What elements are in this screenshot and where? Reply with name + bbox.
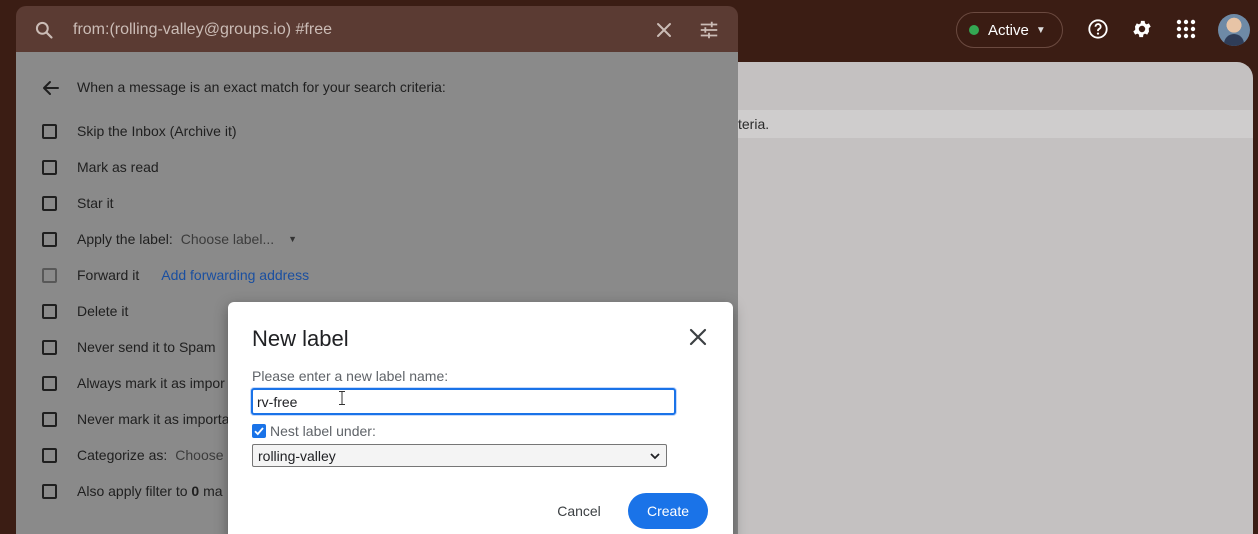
filter-heading: When a message is an exact match for you… bbox=[77, 79, 446, 95]
checkbox[interactable] bbox=[42, 303, 57, 319]
option-never-important[interactable]: Never mark it as importa bbox=[42, 409, 229, 429]
cancel-button[interactable]: Cancel bbox=[546, 494, 612, 528]
text-cursor-icon bbox=[339, 391, 345, 405]
category-select[interactable]: Choose bbox=[175, 447, 223, 463]
option-categorize[interactable]: Categorize as: Choose bbox=[42, 445, 224, 465]
nest-label-row[interactable]: Nest label under: bbox=[252, 423, 376, 439]
checkbox[interactable] bbox=[42, 411, 57, 427]
tune-icon[interactable] bbox=[698, 19, 720, 46]
option-apply-existing[interactable]: Also apply filter to 0 ma bbox=[42, 481, 223, 501]
option-mark-read[interactable]: Mark as read bbox=[42, 157, 159, 177]
add-forwarding-link[interactable]: Add forwarding address bbox=[161, 267, 309, 283]
option-always-important[interactable]: Always mark it as impor bbox=[42, 373, 225, 393]
criteria-fragment: teria. bbox=[738, 116, 770, 132]
checkbox[interactable] bbox=[42, 447, 57, 463]
option-label: Categorize as: bbox=[77, 447, 168, 463]
option-never-spam[interactable]: Never send it to Spam bbox=[42, 337, 216, 357]
dialog-title: New label bbox=[252, 326, 349, 351]
apps-icon[interactable] bbox=[1171, 14, 1201, 44]
checkbox[interactable] bbox=[42, 159, 57, 175]
label-name-prompt: Please enter a new label name: bbox=[252, 368, 449, 384]
create-button[interactable]: Create bbox=[628, 493, 708, 529]
checkbox[interactable] bbox=[42, 231, 57, 247]
nest-label-text: Nest label under: bbox=[270, 423, 376, 439]
option-apply-label[interactable]: Apply the label: Choose label... ▼ bbox=[42, 229, 297, 249]
parent-label-value: rolling-valley bbox=[258, 447, 336, 464]
caret-down-icon: ▼ bbox=[288, 234, 298, 244]
option-label: Never mark it as importa bbox=[77, 411, 230, 427]
option-label: Apply the label: bbox=[77, 231, 173, 247]
label-select[interactable]: Choose label... bbox=[181, 231, 274, 247]
option-label: Star it bbox=[77, 195, 114, 211]
search-input[interactable]: from:(rolling-valley@groups.io) #free bbox=[73, 21, 332, 39]
checkbox[interactable] bbox=[42, 375, 57, 391]
option-label: Skip the Inbox (Archive it) bbox=[77, 123, 237, 139]
option-label: Delete it bbox=[77, 303, 129, 319]
parent-label-select[interactable]: rolling-valley bbox=[252, 444, 667, 467]
option-label: Also apply filter to 0 ma bbox=[77, 483, 223, 499]
option-label: Always mark it as impor bbox=[77, 375, 225, 391]
option-delete[interactable]: Delete it bbox=[42, 301, 128, 321]
nest-checkbox[interactable] bbox=[252, 424, 266, 438]
close-icon[interactable] bbox=[654, 20, 674, 45]
criteria-strip bbox=[700, 110, 1253, 138]
label-prefix: Also apply filter to bbox=[77, 483, 192, 499]
settings-icon[interactable] bbox=[1127, 14, 1157, 44]
label-suffix: ma bbox=[199, 483, 223, 499]
chevron-down-icon bbox=[649, 449, 661, 465]
option-forward[interactable]: Forward it Add forwarding address bbox=[42, 265, 309, 285]
search-icon[interactable] bbox=[34, 20, 54, 45]
option-label: Mark as read bbox=[77, 159, 159, 175]
checkbox[interactable] bbox=[42, 483, 57, 499]
checkbox[interactable] bbox=[42, 195, 57, 211]
status-dropdown[interactable]: Active ▼ bbox=[956, 12, 1063, 48]
status-dot bbox=[969, 25, 979, 35]
label-name-input[interactable] bbox=[251, 388, 676, 415]
checkbox[interactable] bbox=[42, 267, 57, 283]
caret-down-icon: ▼ bbox=[1035, 24, 1046, 36]
status-label: Active bbox=[988, 21, 1029, 39]
close-icon[interactable] bbox=[688, 327, 708, 347]
new-label-dialog: New label Please enter a new label name:… bbox=[228, 302, 733, 534]
avatar[interactable] bbox=[1218, 14, 1250, 46]
option-label: Never send it to Spam bbox=[77, 339, 216, 355]
checkbox[interactable] bbox=[42, 123, 57, 139]
option-skip-inbox[interactable]: Skip the Inbox (Archive it) bbox=[42, 121, 237, 141]
help-icon[interactable] bbox=[1083, 14, 1113, 44]
checkbox[interactable] bbox=[42, 339, 57, 355]
option-label: Forward it bbox=[77, 267, 140, 283]
option-star[interactable]: Star it bbox=[42, 193, 114, 213]
back-arrow-icon[interactable] bbox=[42, 79, 60, 102]
